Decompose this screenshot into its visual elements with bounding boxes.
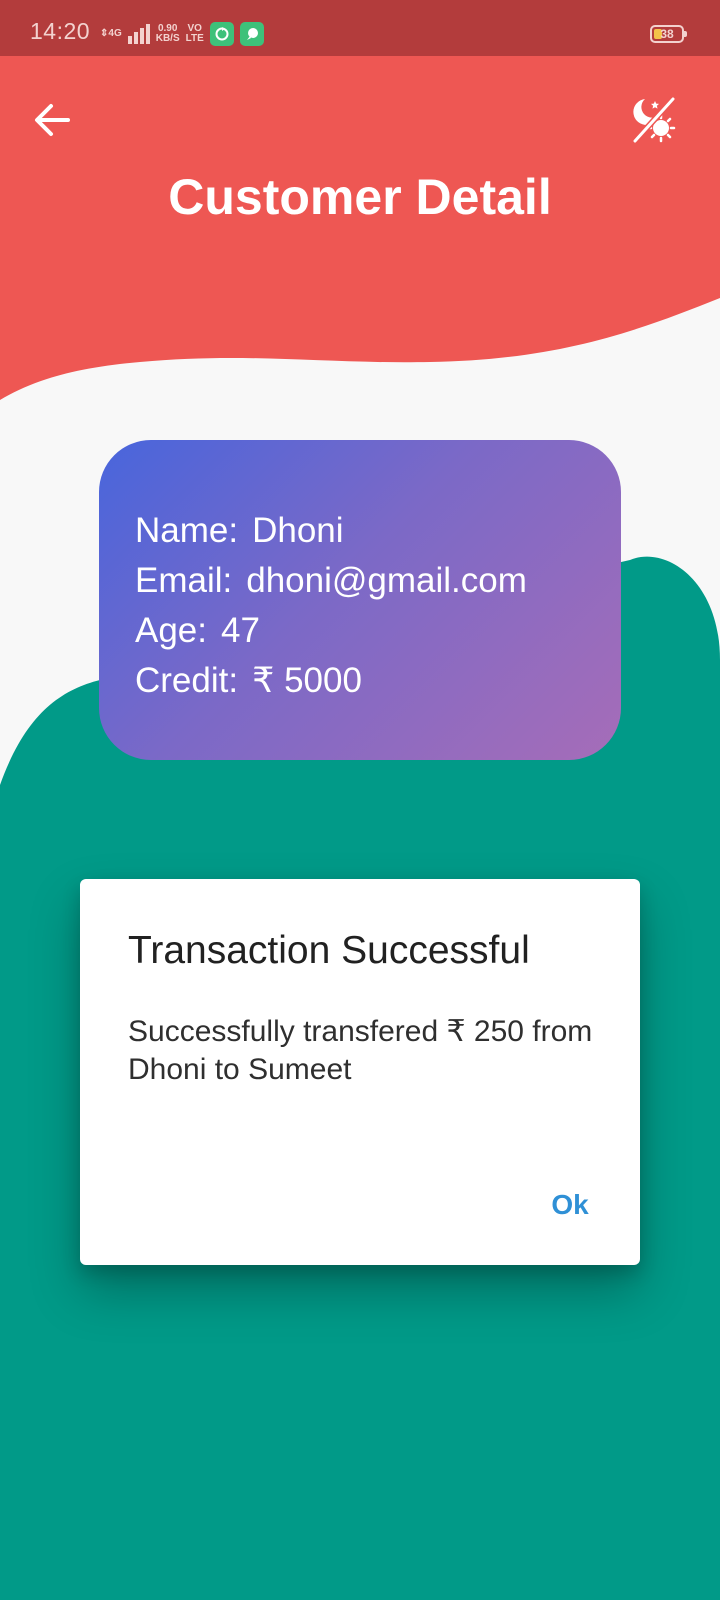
email-label: Email: xyxy=(135,561,233,600)
credit-value: ₹ 5000 xyxy=(252,661,362,700)
night-day-toggle-icon xyxy=(632,96,676,144)
volte-indicator: VO LTE xyxy=(185,23,204,44)
email-value: dhoni@gmail.com xyxy=(246,561,527,600)
customer-detail-card: Name: Dhoni Email: dhoni@gmail.com Age: 47 … xyxy=(99,440,621,760)
age-label: Age: xyxy=(135,611,207,650)
page-title: Customer Detail xyxy=(168,169,552,225)
name-label: Name: xyxy=(135,511,239,550)
battery-icon: 38 xyxy=(650,25,687,43)
network-type-indicator: ⇕4G xyxy=(100,28,122,39)
age-row: Age: 47 xyxy=(135,606,621,656)
chat-app-icon xyxy=(239,22,264,46)
name-row: Name: Dhoni xyxy=(135,506,621,556)
email-row: Email: dhoni@gmail.com xyxy=(135,556,621,606)
data-speed-indicator: 0.90 KB/S xyxy=(155,23,180,44)
name-value: Dhoni xyxy=(252,511,344,550)
arrow-left-icon xyxy=(35,104,70,136)
credit-label: Credit: xyxy=(135,661,239,700)
dialog-title: Transaction Successful xyxy=(128,929,530,972)
sync-app-icon xyxy=(209,22,234,46)
status-time: 14:20 xyxy=(30,18,91,44)
status-icons: ⇕4G 0.90 KB/S VO LTE xyxy=(100,22,264,46)
transaction-dialog: Transaction Successful Successfully tran… xyxy=(80,879,640,1265)
dialog-message: Successfully transfered ₹ 250 from Dhoni… xyxy=(128,1015,593,1086)
signal-strength-icon xyxy=(127,24,150,44)
battery-level: 38 xyxy=(660,27,674,41)
background-waves xyxy=(0,0,720,1600)
status-bar: 14:20 ⇕4G 0.90 KB/S VO LTE 38 xyxy=(0,0,720,56)
theme-toggle-button[interactable] xyxy=(626,92,682,148)
back-button[interactable] xyxy=(28,96,76,144)
ok-button[interactable]: Ok xyxy=(530,1181,610,1229)
credit-row: Credit: ₹ 5000 xyxy=(135,656,621,706)
age-value: 47 xyxy=(221,611,260,650)
